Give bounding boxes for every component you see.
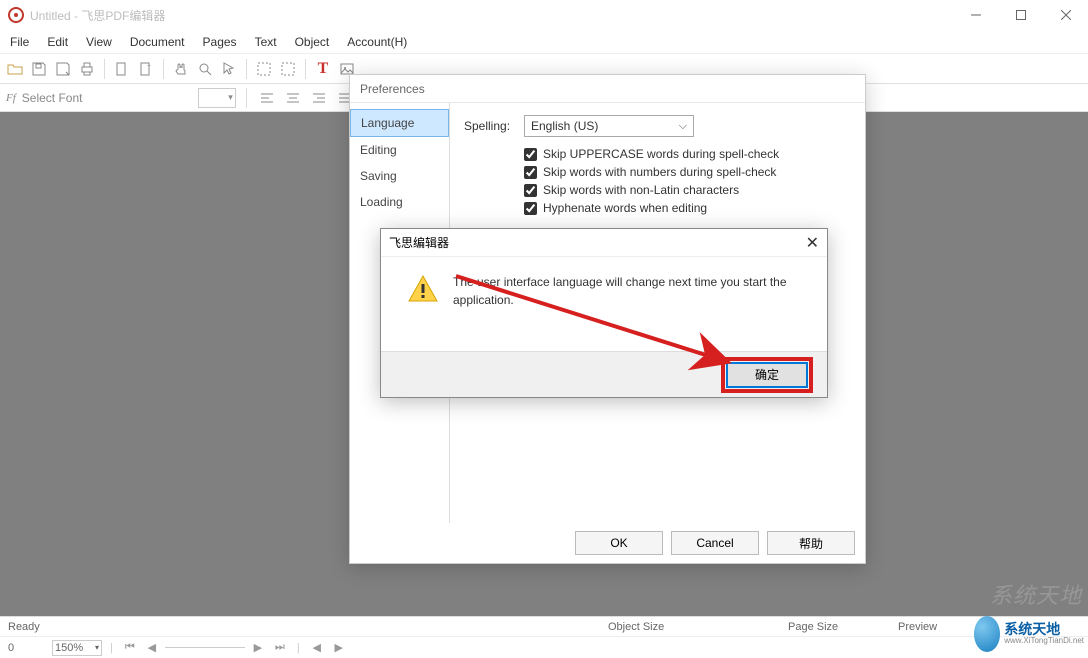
alert-ok-button[interactable]: 确定: [727, 363, 807, 387]
page-add-icon[interactable]: +: [135, 58, 157, 80]
align-center-icon[interactable]: [283, 88, 303, 108]
nav-first-icon[interactable]: ⏮: [121, 641, 139, 654]
globe-icon: [974, 616, 1000, 652]
page-icon[interactable]: [111, 58, 133, 80]
nav-next-icon[interactable]: ▶: [249, 641, 267, 654]
menu-edit[interactable]: Edit: [47, 35, 68, 49]
watermark-logo: 系统天地 www.XiTongTianDi.net: [974, 612, 1084, 656]
watermark-faded: 系统天地: [990, 578, 1082, 610]
select-rect-icon[interactable]: [253, 58, 275, 80]
menu-file[interactable]: File: [10, 35, 29, 49]
check-uppercase-label: Skip UPPERCASE words during spell-check: [543, 147, 779, 161]
status-ready: Ready: [8, 621, 608, 633]
prefs-tab-saving[interactable]: Saving: [350, 163, 449, 189]
nav-back-icon[interactable]: ◀: [308, 641, 326, 654]
prefs-tab-language[interactable]: Language: [350, 109, 449, 137]
window-title: Untitled - 飞思PDF编辑器: [30, 7, 165, 24]
alert-dialog: 飞思编辑器 ✕ The user interface language will…: [380, 228, 828, 398]
prefs-tab-loading[interactable]: Loading: [350, 189, 449, 215]
font-select[interactable]: Select Font: [22, 91, 192, 105]
menu-bar: File Edit View Document Pages Text Objec…: [0, 30, 1088, 54]
preferences-title: Preferences: [350, 75, 865, 103]
check-numbers-label: Skip words with numbers during spell-che…: [543, 165, 776, 179]
font-family-icon: Ff: [6, 92, 16, 104]
alert-ok-highlight: 确定: [721, 357, 813, 393]
spelling-select[interactable]: English (US): [524, 115, 694, 137]
nav-last-icon[interactable]: ⏭: [271, 641, 289, 654]
check-numbers[interactable]: [524, 166, 537, 179]
menu-document[interactable]: Document: [130, 35, 185, 49]
align-left-icon[interactable]: [257, 88, 277, 108]
menu-object[interactable]: Object: [295, 35, 330, 49]
check-hyphenate-label: Hyphenate words when editing: [543, 201, 707, 215]
title-bar: Untitled - 飞思PDF编辑器: [0, 0, 1088, 30]
spelling-label: Spelling:: [464, 119, 524, 133]
check-nonlatin-label: Skip words with non-Latin characters: [543, 183, 739, 197]
menu-text[interactable]: Text: [255, 35, 277, 49]
menu-pages[interactable]: Pages: [203, 35, 237, 49]
alert-title: 飞思编辑器: [389, 234, 449, 251]
watermark-cn: 系统天地: [1004, 622, 1084, 637]
check-nonlatin[interactable]: [524, 184, 537, 197]
prefs-tab-editing[interactable]: Editing: [350, 137, 449, 163]
zoom-select[interactable]: 150%: [52, 640, 102, 656]
align-right-icon[interactable]: [309, 88, 329, 108]
status-object-size: Object Size: [608, 621, 788, 633]
save-icon[interactable]: [28, 58, 50, 80]
warning-icon: [407, 273, 439, 305]
app-logo-icon: [8, 7, 24, 23]
svg-text:+: +: [147, 63, 151, 70]
watermark-en: www.XiTongTianDi.net: [1004, 637, 1084, 646]
maximize-button[interactable]: [998, 0, 1043, 30]
text-icon[interactable]: T: [312, 58, 334, 80]
print-icon[interactable]: [76, 58, 98, 80]
close-button[interactable]: [1043, 0, 1088, 30]
prefs-ok-button[interactable]: OK: [575, 531, 663, 555]
open-icon[interactable]: [4, 58, 26, 80]
check-uppercase[interactable]: [524, 148, 537, 161]
menu-view[interactable]: View: [86, 35, 112, 49]
page-number: 0: [8, 642, 48, 654]
status-page-size: Page Size: [788, 621, 898, 633]
alert-message: The user interface language will change …: [453, 273, 807, 341]
pointer-icon[interactable]: [218, 58, 240, 80]
nav-prev-icon[interactable]: ◀: [143, 641, 161, 654]
status-preview: Preview: [898, 621, 937, 633]
prefs-help-button[interactable]: 帮助: [767, 531, 855, 555]
save-as-icon[interactable]: [52, 58, 74, 80]
select-rect2-icon[interactable]: [277, 58, 299, 80]
zoom-icon[interactable]: [194, 58, 216, 80]
check-hyphenate[interactable]: [524, 202, 537, 215]
hand-icon[interactable]: [170, 58, 192, 80]
alert-close-button[interactable]: ✕: [806, 233, 819, 253]
nav-forward-icon[interactable]: ▶: [330, 641, 348, 654]
status-bar: Ready Object Size Page Size Preview 0 15…: [0, 616, 1088, 658]
menu-account[interactable]: Account(H): [347, 35, 407, 49]
prefs-cancel-button[interactable]: Cancel: [671, 531, 759, 555]
minimize-button[interactable]: [953, 0, 998, 30]
font-size-select[interactable]: [198, 88, 236, 108]
